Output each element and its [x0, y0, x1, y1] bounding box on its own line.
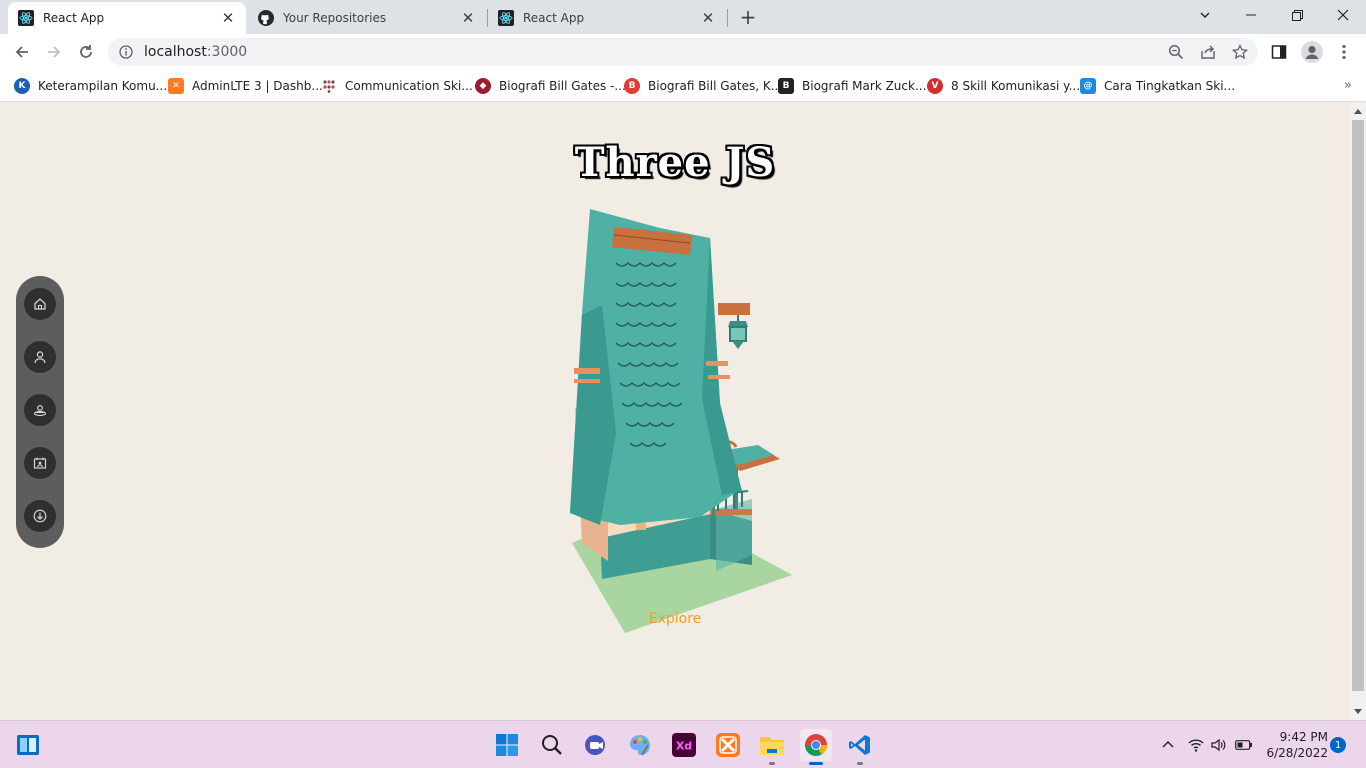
site-info-icon[interactable] [118, 44, 134, 60]
side-panel-icon[interactable] [1265, 38, 1293, 66]
nav-home-button[interactable] [24, 288, 56, 320]
side-nav [16, 276, 64, 548]
bookmark-item[interactable]: ✕ AdminLTE 3 | Dashb... [168, 76, 323, 96]
bookmark-star-icon[interactable] [1226, 38, 1254, 66]
swirl-icon: @ [1080, 78, 1096, 94]
v-red-icon: V [927, 78, 943, 94]
bookmark-item[interactable]: Communication Ski... [321, 76, 473, 96]
xampp-icon: ✕ [168, 78, 184, 94]
react-icon [498, 10, 514, 26]
bookmark-item[interactable]: B Biografi Mark Zuck... [778, 76, 926, 96]
close-tab-icon[interactable]: ✕ [220, 9, 236, 27]
tab-title: Your Repositories [283, 11, 387, 25]
github-icon [258, 10, 274, 26]
file-explorer-icon[interactable] [756, 729, 788, 765]
page-scrollbar[interactable] [1350, 103, 1366, 720]
projects-icon [33, 457, 47, 469]
nav-projects-button[interactable] [24, 447, 56, 479]
b-black-icon: B [778, 78, 794, 94]
xampp-icon[interactable] [712, 729, 744, 761]
kebab-menu-icon[interactable] [1330, 38, 1358, 66]
react-icon [18, 10, 34, 26]
zoom-icon[interactable] [1162, 38, 1190, 66]
windows-taskbar: Xd 9:42 PM 6/28/2022 1 [0, 720, 1366, 768]
scroll-down-icon[interactable] [1354, 709, 1362, 714]
system-clock[interactable]: 9:42 PM 6/28/2022 [1262, 729, 1328, 761]
clock-time: 9:42 PM [1279, 730, 1328, 744]
b-red-icon: B [624, 78, 640, 94]
nav-skills-button[interactable] [24, 394, 56, 426]
tab-your-repositories[interactable]: Your Repositories ✕ [248, 2, 486, 34]
page-viewport: Three JS Explore [0, 103, 1350, 720]
paint-icon[interactable] [624, 729, 656, 761]
explore-button[interactable]: Explore [620, 611, 730, 627]
bookmark-item[interactable]: @ Cara Tingkatkan Ski... [1080, 76, 1235, 96]
bookmarks-overflow-button[interactable]: » [1344, 78, 1352, 93]
profile-avatar-icon[interactable] [1298, 38, 1326, 66]
widgets-icon[interactable] [12, 729, 44, 761]
chrome-icon[interactable] [800, 729, 832, 765]
user-icon [34, 351, 46, 364]
page-title: Three JS [574, 139, 776, 186]
wifi-icon[interactable] [1185, 721, 1207, 768]
skills-icon [33, 405, 47, 417]
scroll-up-icon[interactable] [1354, 109, 1362, 114]
tab-divider [727, 9, 728, 27]
sign-board [718, 303, 750, 315]
clock-date: 6/28/2022 [1266, 746, 1328, 760]
running-indicator [769, 762, 775, 765]
tab-search-icon[interactable] [1182, 0, 1228, 30]
bookmarks-bar: K Keterampilan Komu... ✕ AdminLTE 3 | Da… [0, 70, 1366, 102]
volume-icon[interactable] [1208, 721, 1230, 768]
vscode-icon[interactable] [844, 729, 876, 765]
kompas-icon: K [14, 78, 30, 94]
diamond-icon: ◆ [475, 78, 491, 94]
lantern [729, 326, 747, 342]
arrow-right-icon [48, 46, 61, 58]
download-icon [33, 509, 47, 523]
dots-icon [321, 78, 337, 94]
forward-button[interactable] [40, 38, 68, 66]
address-bar[interactable]: localhost:3000 [108, 38, 1258, 66]
bookmark-item[interactable]: ◆ Biografi Bill Gates -... [475, 76, 626, 96]
nav-download-button[interactable] [24, 500, 56, 532]
active-indicator [809, 762, 823, 765]
arrow-left-icon [15, 46, 28, 58]
adobe-xd-icon[interactable]: Xd [668, 729, 700, 761]
scroll-thumb[interactable] [1352, 120, 1364, 691]
tab-react-app-2[interactable]: React App ✕ [488, 2, 726, 34]
search-icon[interactable] [536, 729, 568, 761]
nav-about-button[interactable] [24, 341, 56, 373]
close-tab-icon[interactable]: ✕ [460, 9, 476, 27]
reload-button[interactable] [72, 38, 100, 66]
windows-start-icon[interactable] [491, 729, 523, 761]
bookmark-item[interactable]: K Keterampilan Komu... [14, 76, 167, 96]
battery-icon[interactable] [1233, 721, 1255, 768]
running-indicator [857, 762, 863, 765]
close-tab-icon[interactable]: ✕ [700, 9, 716, 27]
share-icon[interactable] [1194, 38, 1222, 66]
restore-icon[interactable] [1274, 0, 1320, 30]
tab-strip: React App ✕ Your Repositories ✕ React Ap… [0, 0, 1366, 34]
tab-title: React App [523, 11, 585, 25]
url-text: localhost:3000 [144, 44, 248, 60]
show-hidden-icons-icon[interactable] [1158, 721, 1178, 768]
reload-icon [80, 45, 92, 58]
tab-react-app-1[interactable]: React App ✕ [8, 2, 246, 34]
browser-toolbar: localhost:3000 [0, 34, 1366, 70]
new-tab-button[interactable]: + [736, 5, 760, 29]
house-3d-model[interactable] [560, 203, 800, 643]
back-button[interactable] [8, 38, 36, 66]
chat-icon[interactable] [580, 729, 612, 761]
home-icon [34, 298, 46, 310]
bookmark-item[interactable]: B Biografi Bill Gates, K... [624, 76, 782, 96]
bookmark-item[interactable]: V 8 Skill Komunikasi y... [927, 76, 1080, 96]
close-window-icon[interactable] [1320, 0, 1366, 30]
minimize-icon[interactable] [1228, 0, 1274, 30]
svg-text:Xd: Xd [676, 740, 692, 753]
notification-badge[interactable]: 1 [1330, 737, 1346, 753]
tab-title: React App [43, 11, 105, 25]
